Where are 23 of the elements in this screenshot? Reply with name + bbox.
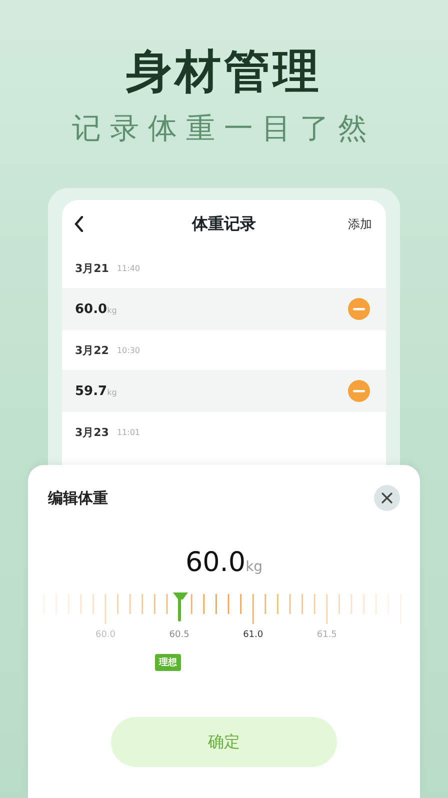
- record-weight: 59.7kg: [75, 384, 117, 398]
- remove-icon[interactable]: [348, 298, 370, 320]
- record-weight: 60.0kg: [75, 302, 117, 316]
- record-time: 10:30: [116, 346, 140, 354]
- record-time: 11:01: [116, 428, 140, 436]
- back-icon[interactable]: [74, 216, 84, 232]
- remove-icon[interactable]: [348, 380, 370, 402]
- scale-label: 60.0: [95, 630, 116, 640]
- weight-value: 60.0kg: [185, 547, 263, 578]
- scale-label: 61.0: [243, 630, 264, 640]
- record-date: 3月23: [75, 424, 109, 440]
- poster-title: 身材管理: [126, 43, 322, 100]
- screen-title: 体重记录: [192, 214, 256, 232]
- record-date: 3月22: [75, 342, 109, 358]
- record-date: 3月21: [75, 260, 109, 276]
- sheet-title: 编辑体重: [48, 488, 108, 508]
- add-button[interactable]: 添加: [348, 216, 372, 232]
- ideal-tag: 理想: [155, 654, 181, 671]
- poster-subtitle: 记录体重一目了然: [72, 110, 376, 146]
- scale-label: 61.5: [316, 630, 337, 640]
- record-time: 11:40: [116, 264, 140, 272]
- scale-label: 60.5: [169, 630, 190, 640]
- close-icon[interactable]: [374, 485, 400, 511]
